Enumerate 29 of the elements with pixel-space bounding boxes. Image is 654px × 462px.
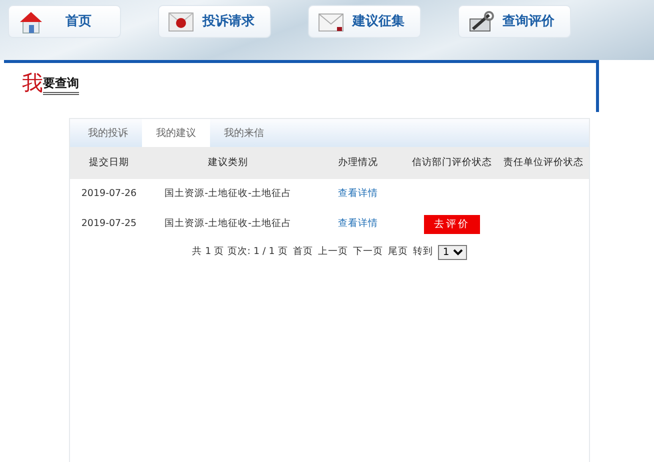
- column-header: 建议类别: [208, 156, 248, 170]
- evaluate-button[interactable]: 去评价: [424, 214, 480, 234]
- pagination-link[interactable]: 上一页: [318, 245, 348, 260]
- category-cell-text: 国土资源-土地征收-土地征占: [164, 216, 292, 231]
- page-select[interactable]: 1: [438, 245, 467, 260]
- tab[interactable]: 我的投诉: [74, 119, 142, 147]
- pagination-link[interactable]: 尾页: [388, 245, 408, 260]
- column-header: 信访部门评价状态: [412, 156, 492, 170]
- pagination-link[interactable]: 下一页: [352, 245, 383, 260]
- nav-button[interactable]: 建议征集: [308, 5, 421, 38]
- detail-link[interactable]: 查看详情: [338, 186, 378, 202]
- column-header: 提交日期: [89, 156, 129, 170]
- tab[interactable]: 我的建议: [142, 119, 210, 147]
- page-info: 共 1 页 页次: 1 / 1 页: [192, 245, 288, 260]
- pagination-link[interactable]: 首页: [292, 245, 313, 260]
- category-cell-text: 国土资源-土地征收-土地征占: [164, 186, 292, 201]
- tab[interactable]: 我的来信: [210, 119, 278, 147]
- column-header: 责任单位评价状态: [504, 156, 584, 170]
- date-cell-text: 2019-07-25: [81, 216, 137, 231]
- nav-button[interactable]: 查询评价: [458, 5, 571, 38]
- nav-button[interactable]: 首页: [8, 5, 121, 38]
- page-title: 要查询: [43, 74, 79, 95]
- tools-icon: [467, 8, 495, 34]
- detail-link[interactable]: 查看详情: [338, 216, 378, 232]
- title-accent-char: 我: [22, 73, 43, 94]
- nav-button[interactable]: 投诉请求: [158, 5, 271, 38]
- date-cell-text: 2019-07-26: [81, 186, 137, 201]
- goto-label: 转到: [412, 245, 433, 260]
- column-header: 办理情况: [338, 156, 378, 170]
